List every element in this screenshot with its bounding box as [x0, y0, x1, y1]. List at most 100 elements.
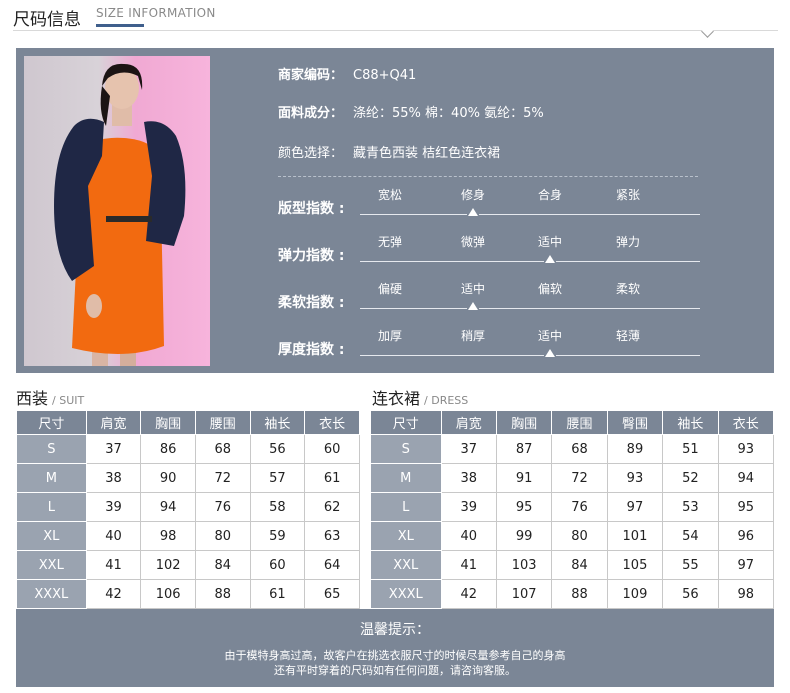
dress-title: 连衣裙	[372, 389, 421, 408]
index-option: 无弹	[377, 235, 402, 249]
measurement-cell: 103	[495, 550, 553, 580]
table-row: S 37 87 68 89 51 93	[370, 434, 775, 464]
notice-title: 温馨提示：	[360, 622, 430, 638]
measurement-cell: 37	[440, 434, 497, 464]
table-row: L 39 94 76 58 62	[16, 492, 360, 522]
dress-size-table: 尺寸 肩宽 胸围 腰围 臀围 袖长 衣长 S 37 87 68 89 51 93 M 38 91 72 93 52 94…	[370, 410, 775, 609]
column-header: 袖长	[662, 410, 719, 435]
suit-title-en: / SUIT	[52, 394, 85, 407]
measurement-cell: 98	[717, 579, 775, 609]
dress-title-en: / DRESS	[424, 394, 469, 407]
index-option: 偏硬	[377, 282, 402, 296]
section-subtitle: SIZE INFORMATION	[96, 6, 216, 20]
measurement-cell: 41	[440, 550, 497, 580]
measurement-cell: 40	[85, 521, 142, 551]
table-row: XXXL 42 106 88 61 65	[16, 579, 360, 609]
index-scale-line	[360, 214, 700, 215]
suit-section-title: 西装 / SUIT	[16, 385, 84, 409]
measurement-cell: 63	[304, 521, 360, 551]
measurement-cell: 99	[495, 521, 553, 551]
model-photo	[24, 56, 210, 366]
measurement-cell: 86	[140, 434, 196, 464]
measurement-cell: 60	[249, 550, 306, 580]
index-option: 稍厚	[460, 329, 485, 343]
table-row: XXL 41 103 84 105 55 97	[370, 550, 775, 580]
index-option: 适中	[537, 235, 562, 249]
measurement-cell: 62	[304, 492, 360, 522]
table-row: L 39 95 76 97 53 95	[370, 492, 775, 522]
size-label-cell: L	[370, 492, 442, 522]
measurement-cell: 58	[249, 492, 306, 522]
column-header: 腰围	[194, 410, 251, 435]
measurement-cell: 59	[249, 521, 306, 551]
column-header: 腰围	[551, 410, 608, 435]
size-label-cell: XXL	[370, 550, 442, 580]
measurement-cell: 98	[140, 521, 196, 551]
measurement-cell: 80	[551, 521, 608, 551]
measurement-cell: 41	[85, 550, 142, 580]
size-label-cell: XXL	[16, 550, 87, 580]
measurement-cell: 54	[662, 521, 719, 551]
measurement-cell: 107	[495, 579, 553, 609]
measurement-cell: 76	[551, 492, 608, 522]
notice-line-2: 还有平时穿着的尺码如有任何问题，请咨询客服。	[274, 664, 516, 677]
selected-marker-icon	[545, 349, 555, 357]
index-option: 柔软	[615, 282, 640, 296]
index-scale-line	[360, 308, 700, 309]
index-option: 轻薄	[615, 329, 640, 343]
merchant-code-value: C88+Q41	[353, 68, 417, 83]
measurement-cell: 68	[194, 434, 251, 464]
size-label-cell: XXXL	[16, 579, 87, 609]
measurement-cell: 65	[304, 579, 360, 609]
table-header-row: 尺寸 肩宽 胸围 腰围 袖长 衣长	[16, 410, 360, 435]
column-header: 衣长	[717, 410, 775, 435]
selected-marker-icon	[468, 208, 478, 216]
measurement-cell: 93	[717, 434, 775, 464]
size-label-cell: XL	[16, 521, 87, 551]
info-divider	[278, 176, 698, 177]
measurement-cell: 91	[495, 463, 553, 493]
column-header: 尺寸	[16, 410, 87, 435]
index-label: 弹力指数 :	[278, 248, 345, 264]
index-option: 修身	[460, 188, 485, 202]
suit-title: 西装	[16, 389, 49, 408]
measurement-cell: 57	[249, 463, 306, 493]
index-row-3: 柔软指数 : 偏硬 适中 偏软 柔软	[278, 280, 708, 314]
size-label-cell: S	[370, 434, 442, 464]
column-header: 衣长	[304, 410, 360, 435]
measurement-cell: 90	[140, 463, 196, 493]
measurement-cell: 80	[194, 521, 251, 551]
column-header: 肩宽	[85, 410, 142, 435]
table-header-row: 尺寸 肩宽 胸围 腰围 臀围 袖长 衣长	[370, 410, 775, 435]
measurement-cell: 52	[662, 463, 719, 493]
measurement-cell: 84	[194, 550, 251, 580]
selected-marker-icon	[545, 255, 555, 263]
suit-size-table: 尺寸 肩宽 胸围 腰围 袖长 衣长 S 37 86 68 56 60 M 38 90 72 57 61 L 39 94 7…	[16, 410, 360, 609]
index-option: 微弹	[460, 235, 485, 249]
measurement-cell: 40	[440, 521, 497, 551]
measurement-cell: 37	[85, 434, 142, 464]
column-header: 袖长	[249, 410, 306, 435]
fabric-label: 面料成分：	[278, 106, 344, 121]
index-label: 厚度指数 :	[278, 342, 345, 358]
notice-box: 温馨提示： 由于模特身高过高，故客户在挑选衣服尺寸的时候尽量参考自己的身高 还有…	[16, 609, 774, 687]
measurement-cell: 94	[140, 492, 196, 522]
section-header: 尺码信息 SIZE INFORMATION	[0, 0, 790, 40]
measurement-cell: 39	[85, 492, 142, 522]
color-label: 颜色选择：	[278, 146, 344, 161]
merchant-code-label: 商家编码：	[278, 68, 344, 83]
measurement-cell: 97	[717, 550, 775, 580]
measurement-cell: 102	[140, 550, 196, 580]
measurement-cell: 38	[85, 463, 142, 493]
measurement-cell: 68	[551, 434, 608, 464]
measurement-cell: 42	[440, 579, 497, 609]
table-row: S 37 86 68 56 60	[16, 434, 360, 464]
index-option: 加厚	[377, 329, 402, 343]
measurement-cell: 105	[606, 550, 664, 580]
table-row: M 38 90 72 57 61	[16, 463, 360, 493]
measurement-cell: 88	[551, 579, 608, 609]
measurement-cell: 53	[662, 492, 719, 522]
measurement-cell: 55	[662, 550, 719, 580]
measurement-cell: 72	[194, 463, 251, 493]
measurement-cell: 84	[551, 550, 608, 580]
